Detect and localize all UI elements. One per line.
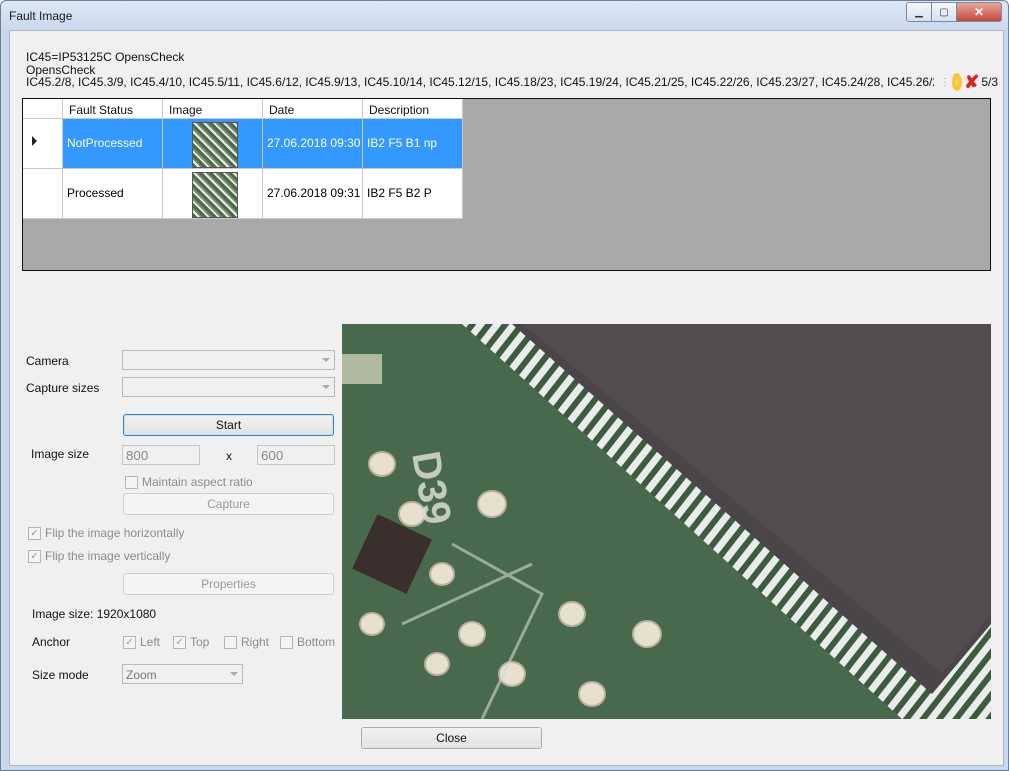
maintain-aspect-label: Maintain aspect ratio <box>142 475 253 489</box>
cell-image[interactable] <box>163 169 263 219</box>
anchor-left-label: Left <box>140 635 161 649</box>
row-header[interactable] <box>23 169 63 219</box>
check-icon: ✓ <box>28 549 41 563</box>
fault-thumbnail[interactable] <box>191 122 238 168</box>
flip-vertical-checkbox[interactable]: ✓ Flip the image vertically <box>28 549 170 563</box>
camera-label: Camera <box>26 354 69 368</box>
cell-fault-status[interactable]: Processed <box>63 169 163 219</box>
cell-description[interactable]: IB2 F5 B2 P <box>363 169 463 219</box>
size-mode-select[interactable]: Zoom <box>122 664 243 684</box>
size-mode-value: Zoom <box>126 668 157 682</box>
maximize-button[interactable]: ▢ <box>932 2 957 22</box>
cell-fault-status[interactable]: NotProcessed <box>63 119 163 169</box>
anchor-top-label: Top <box>190 635 210 649</box>
pin-list: IC45.2/8, IC45.3/9, IC45.4/10, IC45.5/11… <box>26 75 981 89</box>
chevron-down-icon <box>322 358 330 362</box>
check-icon: ✓ <box>123 635 136 649</box>
pcb-photo: D39 <box>342 324 991 719</box>
grid-corner <box>23 99 63 119</box>
checkbox-box <box>224 635 237 649</box>
properties-button[interactable]: Properties <box>123 573 334 595</box>
anchor-top-checkbox[interactable]: ✓ Top <box>173 635 209 649</box>
image-height-input[interactable] <box>257 445 335 465</box>
anchor-bottom-label: Bottom <box>297 635 336 649</box>
close-window-button[interactable]: ✕ <box>957 2 1002 22</box>
capture-sizes-label: Capture sizes <box>26 381 100 395</box>
window-title: Fault Image <box>9 9 73 23</box>
image-size-info: Image size: 1920x1080 <box>32 607 157 621</box>
client-area: IC45=IP53125C OpensCheck OpensCheck IC45… <box>9 30 1004 766</box>
image-width-input[interactable] <box>122 445 200 465</box>
column-date[interactable]: Date <box>263 99 363 119</box>
current-row-icon <box>32 136 37 146</box>
maximize-icon: ▢ <box>939 6 949 18</box>
component-header: IC45=IP53125C OpensCheck <box>26 50 185 64</box>
fault-grid[interactable]: Fault Status Image Date Description NotP… <box>22 98 991 271</box>
table-row[interactable]: Processed 27.06.2018 09:31 IB2 F5 B2 P <box>23 169 463 219</box>
pin-list-text: IC45.2/8, IC45.3/9, IC45.4/10, IC45.5/11… <box>26 75 981 89</box>
flip-horizontal-label: Flip the image horizontally <box>45 526 185 540</box>
row-header[interactable] <box>23 119 63 169</box>
flip-vertical-label: Flip the image vertically <box>45 549 171 563</box>
column-description[interactable]: Description <box>363 99 463 119</box>
column-image[interactable]: Image <box>163 99 263 119</box>
flip-horizontal-checkbox[interactable]: ✓ Flip the image horizontally <box>28 526 184 540</box>
close-button[interactable]: Close <box>361 727 542 749</box>
fault-image-window: Fault Image ▁ ▢ ✕ IC45=IP53125C OpensChe… <box>0 0 1009 771</box>
close-icon: ✕ <box>973 5 985 19</box>
maintain-aspect-checkbox[interactable]: Maintain aspect ratio <box>125 475 253 489</box>
check-icon: ✓ <box>173 635 186 649</box>
minimize-icon: ▁ <box>915 6 923 18</box>
table-row[interactable]: NotProcessed 27.06.2018 09:30 IB2 F5 B1 … <box>23 119 463 169</box>
camera-image: D39 <box>342 324 991 719</box>
anchor-left-checkbox[interactable]: ✓ Left <box>123 635 160 649</box>
sun-icon[interactable] <box>954 75 961 89</box>
x-label: x <box>226 449 232 463</box>
check-icon: ✓ <box>28 526 41 540</box>
cell-date[interactable]: 27.06.2018 09:31 <box>263 169 363 219</box>
toolbar-grip: ⋮ <box>940 76 950 88</box>
column-fault-status[interactable]: Fault Status <box>63 99 163 119</box>
minimize-button[interactable]: ▁ <box>906 2 932 22</box>
anchor-right-label: Right <box>241 635 270 649</box>
anchor-right-checkbox[interactable]: Right <box>224 635 269 649</box>
pin-list-tail: 5/3 <box>981 75 998 89</box>
anchor-bottom-checkbox[interactable]: Bottom <box>280 635 335 649</box>
red-x-icon[interactable]: ✘ <box>964 73 979 91</box>
checkbox-box <box>280 635 293 649</box>
checkbox-box <box>125 475 138 489</box>
cell-image[interactable] <box>163 119 263 169</box>
size-mode-label: Size mode <box>32 668 89 682</box>
capture-sizes-select[interactable] <box>122 377 335 397</box>
start-button[interactable]: Start <box>123 414 334 436</box>
title-bar[interactable]: Fault Image ▁ ▢ ✕ <box>1 1 1008 29</box>
toolbar: ⋮ ✘ 5/3 <box>934 70 998 94</box>
chevron-down-icon <box>322 385 330 389</box>
image-size-label: Image size <box>31 447 90 461</box>
cell-description[interactable]: IB2 F5 B1 np <box>363 119 463 169</box>
capture-button[interactable]: Capture <box>123 493 334 515</box>
chevron-down-icon <box>230 672 238 676</box>
cell-date[interactable]: 27.06.2018 09:30 <box>263 119 363 169</box>
grid-header: Fault Status Image Date Description <box>23 99 463 119</box>
camera-select[interactable] <box>122 350 335 370</box>
fault-thumbnail[interactable] <box>191 172 238 218</box>
caption-buttons: ▁ ▢ ✕ <box>906 2 1002 22</box>
anchor-label: Anchor <box>32 635 71 649</box>
